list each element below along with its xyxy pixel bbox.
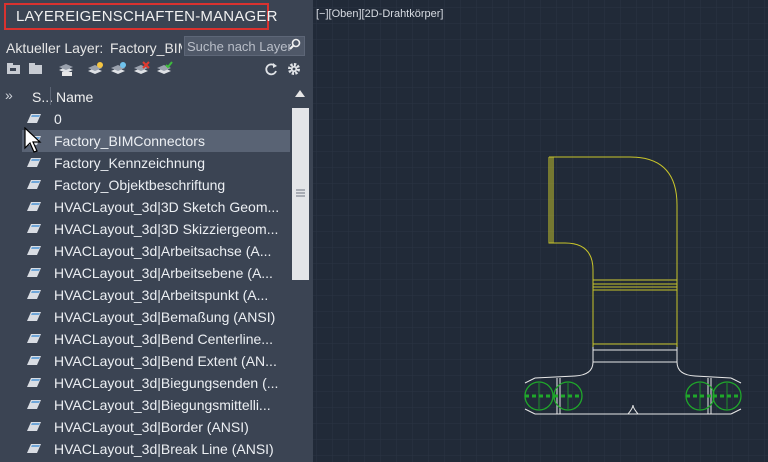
delete-layer-icon[interactable] bbox=[133, 61, 151, 77]
current-layer-value: Factory_BIMConnectors bbox=[110, 40, 182, 56]
layer-name: HVACLayout_3d|Bend Centerline... bbox=[54, 331, 273, 347]
settings-icon[interactable] bbox=[285, 61, 303, 77]
layer-name: HVACLayout_3d|Bend Extent (AN... bbox=[54, 353, 277, 369]
panel-titlebar: LAYEREIGENSCHAFTEN-MANAGER bbox=[0, 0, 313, 34]
layer-name: HVACLayout_3d|Biegungsmittelli... bbox=[54, 397, 271, 413]
column-divider[interactable] bbox=[50, 87, 51, 105]
layer-name: HVACLayout_3d|Border (ANSI) bbox=[54, 419, 249, 435]
layer-status-icon[interactable] bbox=[27, 399, 41, 410]
layer-name: Factory_BIMConnectors bbox=[54, 133, 205, 149]
scroll-grip-icon bbox=[296, 189, 305, 197]
refresh-icon[interactable] bbox=[262, 61, 280, 77]
layer-row[interactable]: HVACLayout_3d|Border (ANSI) bbox=[22, 416, 290, 438]
column-header-name[interactable]: Name bbox=[56, 89, 93, 105]
layer-status-icon[interactable] bbox=[27, 311, 41, 322]
layer-row[interactable]: HVACLayout_3d|Arbeitsachse (A... bbox=[22, 240, 290, 262]
layer-row[interactable]: HVACLayout_3d|Biegungsenden (... bbox=[22, 372, 290, 394]
layer-row[interactable]: HVACLayout_3d|3D Skizziergeom... bbox=[22, 218, 290, 240]
layer-toolbar bbox=[0, 59, 313, 81]
viewport-controls-label[interactable]: [−][Oben][2D-Drahtkörper] bbox=[316, 8, 443, 20]
layer-name: Factory_Kennzeichnung bbox=[54, 155, 205, 171]
new-layer-icon[interactable] bbox=[87, 61, 105, 77]
layer-name: HVACLayout_3d|Arbeitsachse (A... bbox=[54, 243, 272, 259]
vertical-scrollbar[interactable] bbox=[290, 86, 311, 462]
layer-status-icon[interactable] bbox=[27, 245, 41, 256]
drawing-canvas[interactable] bbox=[313, 0, 768, 462]
layer-name: 0 bbox=[54, 111, 62, 127]
layer-row[interactable]: HVACLayout_3d|Bend Extent (AN... bbox=[22, 350, 290, 372]
layer-row[interactable]: HVACLayout_3d|Biegungsmittelli... bbox=[22, 394, 290, 416]
new-group-filter-icon[interactable] bbox=[27, 61, 45, 77]
layer-status-icon[interactable] bbox=[27, 421, 41, 432]
layer-status-icon[interactable] bbox=[27, 267, 41, 278]
set-current-icon[interactable] bbox=[156, 61, 174, 77]
layer-row[interactable]: HVACLayout_3d|Break Line (ANSI) bbox=[22, 438, 290, 460]
layer-row[interactable]: HVACLayout_3d|3D Sketch Geom... bbox=[22, 196, 290, 218]
layer-name: HVACLayout_3d|Bemaßung (ANSI) bbox=[54, 309, 276, 325]
layer-status-icon[interactable] bbox=[27, 223, 41, 234]
expand-filters-icon[interactable]: » bbox=[5, 87, 13, 103]
layer-states-manager-icon[interactable] bbox=[57, 61, 75, 77]
layer-properties-manager-panel: LAYEREIGENSCHAFTEN-MANAGER Aktueller Lay… bbox=[0, 0, 313, 462]
layer-status-icon[interactable] bbox=[27, 289, 41, 300]
layer-status-icon[interactable] bbox=[27, 333, 41, 344]
layer-row[interactable]: HVACLayout_3d|Bend Centerline... bbox=[22, 328, 290, 350]
layer-name: HVACLayout_3d|3D Sketch Geom... bbox=[54, 199, 280, 215]
layer-grid-header: » S... Name bbox=[0, 85, 313, 107]
layer-row[interactable]: HVACLayout_3d|Arbeitspunkt (A... bbox=[22, 284, 290, 306]
layer-name: Factory_Objektbeschriftung bbox=[54, 177, 226, 193]
mouse-cursor-icon bbox=[24, 127, 42, 153]
layer-status-icon[interactable] bbox=[27, 443, 41, 454]
layer-status-icon[interactable] bbox=[27, 113, 41, 124]
layer-list: 0 Factory_BIMConnectors Factory_Kennzeichn… bbox=[22, 108, 290, 462]
layer-status-icon[interactable] bbox=[27, 355, 41, 366]
layer-row[interactable]: 0 bbox=[22, 108, 290, 130]
new-property-filter-icon[interactable] bbox=[5, 61, 23, 77]
layer-name: HVACLayout_3d|Arbeitspunkt (A... bbox=[54, 287, 269, 303]
layer-name: HVACLayout_3d|Biegungsenden (... bbox=[54, 375, 279, 391]
search-input[interactable] bbox=[187, 37, 291, 55]
layer-status-icon[interactable] bbox=[27, 157, 41, 168]
search-box[interactable] bbox=[184, 36, 305, 56]
layer-row[interactable]: HVACLayout_3d|Arbeitsebene (A... bbox=[22, 262, 290, 284]
scroll-up-arrow[interactable] bbox=[295, 90, 305, 97]
search-icon[interactable] bbox=[288, 38, 302, 52]
drawing-viewport[interactable]: [−][Oben][2D-Drahtkörper] bbox=[313, 0, 768, 462]
scroll-thumb[interactable] bbox=[292, 108, 309, 280]
layer-name: HVACLayout_3d|3D Skizziergeom... bbox=[54, 221, 279, 237]
panel-title: LAYEREIGENSCHAFTEN-MANAGER bbox=[4, 3, 277, 30]
new-layer-vp-frozen-icon[interactable] bbox=[110, 61, 128, 77]
layer-row[interactable]: Factory_BIMConnectors bbox=[22, 130, 290, 152]
layer-row[interactable]: HVACLayout_3d|Bemaßung (ANSI) bbox=[22, 306, 290, 328]
layer-name: HVACLayout_3d|Arbeitsebene (A... bbox=[54, 265, 273, 281]
layer-row[interactable]: Factory_Kennzeichnung bbox=[22, 152, 290, 174]
layer-status-icon[interactable] bbox=[27, 377, 41, 388]
layer-row[interactable]: Factory_Objektbeschriftung bbox=[22, 174, 290, 196]
layer-name: HVACLayout_3d|Break Line (ANSI) bbox=[54, 441, 274, 457]
layer-status-icon[interactable] bbox=[27, 201, 41, 212]
current-layer-label: Aktueller Layer: bbox=[6, 40, 104, 56]
layer-status-icon[interactable] bbox=[27, 179, 41, 190]
